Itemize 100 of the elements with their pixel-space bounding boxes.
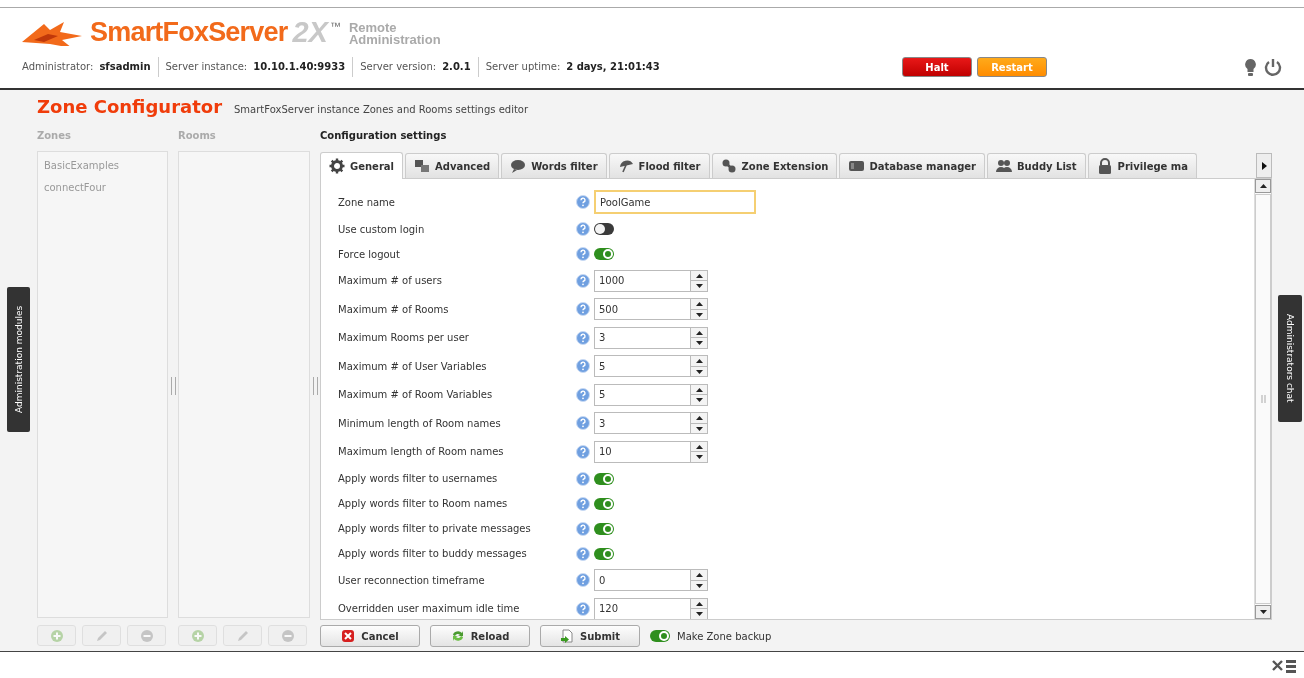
caret-up-icon[interactable] — [695, 359, 703, 363]
reload-button[interactable]: Reload — [430, 625, 530, 647]
info-label: Administrator: — [22, 60, 94, 74]
number-spinner[interactable]: 0 — [594, 569, 708, 592]
caret-up-icon[interactable] — [695, 416, 703, 420]
field-label: Minimum length of Room names — [338, 417, 502, 429]
caret-up-icon[interactable] — [695, 302, 703, 306]
caret-up-icon[interactable] — [1259, 184, 1267, 188]
toggle-switch[interactable] — [594, 223, 614, 235]
caret-right-icon — [1261, 161, 1267, 170]
power-icon[interactable] — [1264, 58, 1282, 76]
splitter-handle[interactable] — [312, 376, 318, 395]
info-label: Server instance: — [165, 60, 248, 74]
help-icon[interactable] — [576, 471, 590, 486]
side-tab[interactable]: Administration modules — [7, 287, 30, 432]
help-icon[interactable] — [576, 247, 590, 261]
caret-up-icon[interactable] — [695, 330, 703, 335]
caret-up-icon[interactable] — [695, 601, 703, 606]
number-spinner[interactable]: 3 — [594, 412, 708, 435]
field-label: User reconnection timeframe — [338, 574, 486, 586]
caret-down-icon[interactable] — [695, 284, 703, 288]
logo-subtitle: Administration — [348, 34, 441, 46]
toggle-switch[interactable] — [594, 248, 614, 260]
help-icon[interactable] — [576, 573, 590, 588]
toggle-switch[interactable] — [594, 547, 614, 560]
tab[interactable]: Zone Extension — [711, 153, 838, 178]
caret-down-icon[interactable] — [695, 312, 703, 317]
caret-down-icon[interactable] — [695, 398, 703, 402]
module-subtitle: SmartFoxServer instance Zones and Rooms settings editor — [234, 104, 529, 115]
halt-button[interactable]: Halt — [902, 57, 972, 77]
logo-subtitle: Remote — [348, 22, 398, 34]
toggle-switch[interactable] — [594, 522, 614, 535]
number-spinner[interactable]: 10 — [594, 440, 708, 463]
stack-icon[interactable] — [1286, 660, 1296, 673]
side-tab[interactable]: Administrators chat — [1278, 295, 1302, 422]
tab[interactable]: Advanced — [405, 153, 500, 178]
field-label: Maximum # of Room Variables — [338, 389, 494, 401]
caret-up-icon[interactable] — [695, 573, 703, 577]
help-icon[interactable] — [576, 330, 590, 345]
toggle-switch[interactable] — [650, 630, 670, 642]
tab-scroll-button[interactable] — [1256, 153, 1272, 178]
caret-down-icon[interactable] — [695, 583, 703, 588]
help-icon[interactable] — [576, 601, 590, 616]
field-label: Apply words filter to usernames — [338, 473, 499, 484]
help-icon[interactable] — [576, 387, 590, 402]
number-spinner[interactable]: 1000 — [594, 269, 708, 292]
zone-name-field[interactable]: PoolGame — [594, 190, 756, 215]
field-label: Apply words filter to Room names — [338, 498, 509, 509]
config-heading: Configuration settings — [320, 130, 448, 143]
scrollbar[interactable] — [1254, 179, 1271, 619]
help-icon[interactable] — [576, 222, 590, 236]
number-spinner[interactable]: 3 — [594, 326, 708, 349]
caret-up-icon[interactable] — [695, 444, 703, 449]
lightbulb-icon[interactable] — [1245, 58, 1256, 76]
help-icon[interactable] — [576, 273, 590, 288]
field-label: Maximum # of User Variables — [338, 360, 488, 372]
tab[interactable]: Flood filter — [608, 153, 710, 178]
info-value: sfsadmin — [99, 60, 151, 74]
help-icon[interactable] — [576, 416, 590, 431]
submit-button[interactable]: Submit — [540, 625, 640, 647]
number-spinner[interactable]: 120 — [594, 597, 708, 619]
reload-icon — [450, 629, 465, 643]
caret-down-icon[interactable] — [695, 369, 703, 374]
cancel-button[interactable]: Cancel — [320, 625, 420, 647]
tab[interactable]: General — [320, 152, 403, 179]
tab[interactable]: Database manager — [839, 153, 985, 178]
submit-icon — [559, 629, 574, 643]
field-label: Zone name — [338, 196, 396, 208]
help-icon[interactable] — [576, 195, 590, 210]
tab[interactable]: Buddy List — [987, 153, 1086, 178]
caret-down-icon[interactable] — [695, 455, 703, 459]
number-spinner[interactable]: 5 — [594, 355, 708, 378]
help-icon[interactable] — [576, 546, 590, 561]
info-label: Server uptime: — [485, 60, 561, 74]
speech-bubble-icon — [510, 158, 527, 174]
tab[interactable]: Privilege ma — [1087, 153, 1198, 178]
splitter-handle[interactable] — [170, 376, 176, 395]
tab[interactable]: Words filter — [501, 153, 607, 178]
module-title: Zone Configurator — [37, 96, 222, 117]
caret-down-icon[interactable] — [695, 612, 703, 616]
grip-icon[interactable] — [1260, 395, 1266, 403]
toggle-switch[interactable] — [594, 472, 614, 485]
help-icon[interactable] — [576, 444, 590, 459]
help-icon[interactable] — [576, 521, 590, 536]
pencil-icon — [94, 628, 109, 643]
help-icon[interactable] — [576, 302, 590, 317]
info-value: 2.0.1 — [442, 60, 471, 74]
number-spinner[interactable]: 500 — [594, 298, 708, 321]
caret-down-icon[interactable] — [695, 426, 703, 431]
zones-heading: Zones — [37, 130, 72, 143]
close-icon[interactable] — [1272, 660, 1283, 671]
caret-down-icon[interactable] — [1259, 610, 1267, 614]
caret-up-icon[interactable] — [695, 387, 703, 392]
help-icon[interactable] — [576, 359, 590, 374]
number-spinner[interactable]: 5 — [594, 383, 708, 406]
remove-icon — [280, 628, 295, 643]
toggle-switch[interactable] — [594, 497, 614, 510]
caret-down-icon[interactable] — [695, 341, 703, 345]
caret-up-icon[interactable] — [695, 273, 703, 278]
help-icon[interactable] — [576, 496, 590, 511]
